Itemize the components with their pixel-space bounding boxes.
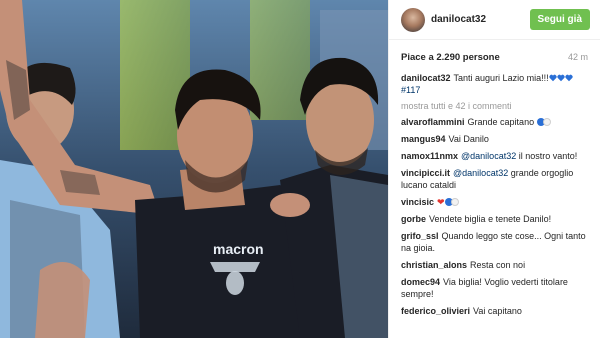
comment-text: Grande capitano <box>467 117 535 127</box>
comment-item: grifo_ssl Quando leggo ste cose... Ogni t… <box>401 230 590 254</box>
post-side-panel: danilocat32 Segui già Piace a 2.290 pers… <box>388 0 600 338</box>
comments-list: danilocat32 Tanti auguri Lazio mia!!! #11… <box>389 66 600 317</box>
comment-username[interactable]: federico_olivieri <box>401 306 470 316</box>
mention-link[interactable]: @danilocat32 <box>461 151 516 161</box>
comment-text: il nostro vanto! <box>518 151 578 161</box>
comment-item: christian_alons Resta con noi <box>401 259 590 271</box>
comment-username[interactable]: vincipicci.it <box>401 168 450 178</box>
comment-item: alvaroflammini Grande capitano <box>401 116 590 128</box>
comment-username[interactable]: vincisic <box>401 197 434 207</box>
mention-link[interactable]: @danilocat32 <box>453 168 508 178</box>
post-header: danilocat32 Segui già <box>389 0 600 40</box>
avatar[interactable] <box>401 7 425 32</box>
caption-username[interactable]: danilocat32 <box>401 73 451 83</box>
lazio-eagle-crest <box>210 262 260 272</box>
red-heart-icon: ❤ <box>437 197 445 207</box>
stadium-scene: macron <box>0 0 388 338</box>
post-photo[interactable]: macron <box>0 0 388 338</box>
caption-text: Tanti auguri Lazio mia!!! <box>453 73 549 83</box>
shirt-sponsor: macron <box>213 241 264 257</box>
comment-username[interactable]: domec94 <box>401 277 440 287</box>
comment-username[interactable]: christian_alons <box>401 260 467 270</box>
comment-item: vincisic ❤ <box>401 196 590 208</box>
white-circle-icon <box>450 198 459 206</box>
blue-heart-icon <box>548 74 557 82</box>
hashtag-link[interactable]: #117 <box>401 85 420 95</box>
blue-heart-icon <box>564 74 573 82</box>
following-button[interactable]: Segui già <box>529 9 590 30</box>
comment-username[interactable]: namox11nmx <box>401 151 458 161</box>
comment-text: Vai capitano <box>473 306 522 316</box>
comment-text: Vai Danilo <box>448 134 489 144</box>
caption: danilocat32 Tanti auguri Lazio mia!!! #11… <box>401 72 590 96</box>
comment-item: federico_olivieri Vai capitano <box>401 305 590 317</box>
comment-item: vincipicci.it @danilocat32 grande orgogli… <box>401 167 590 191</box>
post-meta: Piace a 2.290 persone 42 m <box>389 40 600 66</box>
post-timestamp[interactable]: 42 m <box>568 52 588 62</box>
comment-username[interactable]: alvaroflammini <box>401 117 465 127</box>
likes-count[interactable]: Piace a 2.290 persone <box>401 52 500 63</box>
white-circle-icon <box>542 118 551 126</box>
post-author-username[interactable]: danilocat32 <box>431 14 530 25</box>
load-more-comments-link[interactable]: mostra tutti e 42 i commenti <box>401 101 590 111</box>
comment-item: domec94 Via biglia! Voglio vederti titola… <box>401 276 590 300</box>
comment-text: Vendete biglia e tenete Danilo! <box>429 214 552 224</box>
comment-username[interactable]: gorbe <box>401 214 426 224</box>
blue-heart-icon <box>556 74 565 82</box>
comment-username[interactable]: grifo_ssl <box>401 231 439 241</box>
comment-item: mangus94 Vai Danilo <box>401 133 590 145</box>
comment-item: gorbe Vendete biglia e tenete Danilo! <box>401 213 590 225</box>
comment-text: Resta con noi <box>470 260 526 270</box>
comment-username[interactable]: mangus94 <box>401 134 446 144</box>
comment-item: namox11nmx @danilocat32 il nostro vanto! <box>401 150 590 162</box>
